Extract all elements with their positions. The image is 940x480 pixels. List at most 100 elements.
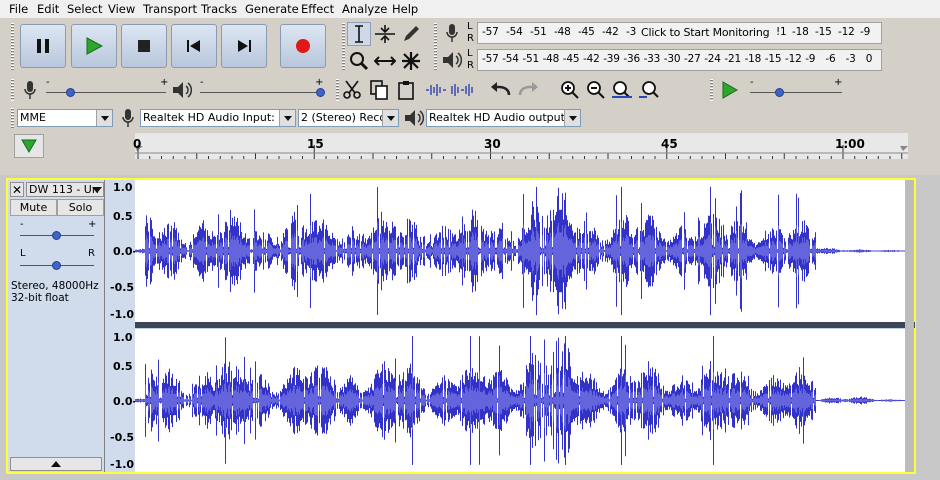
solo-button[interactable]: Solo	[57, 199, 104, 216]
play-meter-channel-r: R	[467, 60, 474, 71]
draw-tool-button[interactable]	[399, 22, 423, 46]
record-meter-tick: -15	[815, 26, 832, 38]
menu-transport[interactable]: Transport	[143, 2, 197, 16]
selection-tool-icon	[355, 25, 363, 43]
ruler-label: 45	[661, 137, 678, 151]
menu-generate[interactable]: Generate	[245, 2, 299, 16]
play-meter-tick: -27	[684, 53, 701, 65]
pan-slider[interactable]	[52, 261, 61, 270]
recording-device-select[interactable]: Realtek HD Audio Input: CD	[140, 109, 296, 127]
gain-slider[interactable]	[52, 231, 61, 240]
recording-channels-select[interactable]: 2 (Stereo) Recor	[298, 109, 399, 127]
record-icon	[296, 39, 310, 53]
playback-volume-track	[200, 92, 322, 93]
record-meter-button[interactable]	[440, 21, 464, 45]
waveform-right-channel[interactable]	[135, 329, 905, 472]
record-meter-channel-l: L	[467, 21, 473, 32]
meter-toolbar: L R -57 -54 -51 -48 -45 -42 -3 Click to …	[434, 19, 882, 75]
record-meter-tick: -3	[626, 26, 636, 38]
fit-selection-button[interactable]	[610, 78, 634, 102]
menu-edit[interactable]: Edit	[37, 2, 59, 16]
skip-to-start-button[interactable]	[171, 24, 217, 68]
zoom-in-button[interactable]	[558, 78, 582, 102]
toolbar-grip[interactable]	[11, 108, 14, 128]
menu-analyze[interactable]: Analyze	[342, 2, 387, 16]
cut-button[interactable]	[340, 78, 364, 102]
silence-audio-button[interactable]	[450, 78, 474, 102]
redo-icon	[518, 82, 538, 96]
recording-device-icon-wrap	[116, 106, 140, 130]
redo-button[interactable]	[516, 78, 540, 102]
timeshift-tool-button[interactable]	[373, 49, 397, 73]
stop-button[interactable]	[121, 24, 167, 68]
track-name: DW 113 - Un	[29, 183, 99, 196]
toolbar-grip[interactable]	[11, 79, 14, 101]
play-meter[interactable]: -57 -54 -51 -48 -45 -42 -39 -36 -33 -30 -27 -24 -21-…	[477, 49, 882, 71]
copy-button[interactable]	[367, 78, 391, 102]
waveform-left	[135, 186, 905, 316]
envelope-tool-button[interactable]	[373, 22, 397, 46]
envelope-tool-icon	[375, 25, 395, 43]
chevron-down-icon	[92, 187, 102, 193]
close-track-button[interactable]: ✕	[10, 182, 24, 197]
zoom-tool-button[interactable]	[347, 49, 371, 73]
playback-device-value: Realtek HD Audio output	[429, 111, 565, 124]
toolbar-grip[interactable]	[434, 23, 437, 71]
click-to-start-monitoring[interactable]: Click to Start Monitoring	[641, 26, 770, 39]
audio-host-select[interactable]: MME	[17, 109, 113, 127]
toolbar-grip[interactable]	[342, 23, 345, 71]
pinned-play-head-button[interactable]	[14, 134, 44, 158]
play-meter-tick: -18	[744, 53, 762, 65]
toolbar-grip[interactable]	[710, 79, 713, 101]
menu-effect[interactable]: Effect	[301, 2, 334, 16]
playback-speed-track	[750, 92, 842, 93]
play-button[interactable]	[71, 24, 117, 68]
playback-device-icon-wrap	[402, 106, 426, 130]
scale-label: 1.0	[113, 331, 133, 344]
zoom-tool-icon	[350, 52, 369, 71]
fit-project-button[interactable]	[637, 78, 661, 102]
recording-volume-slider[interactable]	[66, 88, 75, 97]
timeline-ruler[interactable]: 0 15 30 45 1:00	[133, 133, 908, 159]
record-button[interactable]	[280, 24, 326, 68]
vertical-scrollbar[interactable]	[905, 180, 914, 472]
track-menu-button[interactable]: DW 113 - Un	[26, 182, 104, 197]
play-meter-button[interactable]	[440, 48, 464, 72]
play-at-speed-toolbar: - +	[706, 76, 866, 104]
pause-button[interactable]	[20, 24, 66, 68]
multi-tool-icon	[402, 52, 420, 70]
trim-audio-button[interactable]	[424, 78, 448, 102]
play-meter-channel-l: L	[467, 48, 473, 59]
mute-button[interactable]: Mute	[10, 199, 57, 216]
collapse-track-button[interactable]	[10, 457, 102, 471]
record-meter-tick: -42	[602, 26, 619, 38]
scale-label: 1.0	[113, 181, 133, 194]
tools-toolbar	[342, 19, 434, 75]
record-meter-tick: -57	[482, 26, 499, 38]
toolbar-grip[interactable]	[336, 79, 339, 101]
pan-right-label: R	[88, 248, 95, 259]
paste-button[interactable]	[394, 78, 418, 102]
play-at-speed-button[interactable]	[718, 78, 742, 102]
menu-select[interactable]: Select	[67, 2, 102, 16]
chevron-down-icon	[564, 110, 580, 126]
multi-tool-button[interactable]	[399, 49, 423, 73]
undo-button[interactable]	[489, 78, 513, 102]
skip-to-end-button[interactable]	[221, 24, 267, 68]
record-meter[interactable]: -57 -54 -51 -48 -45 -42 -3 Click to Star…	[477, 22, 882, 44]
zoom-out-button[interactable]	[584, 78, 608, 102]
playback-device-select[interactable]: Realtek HD Audio output	[426, 109, 581, 127]
selection-tool-button[interactable]	[347, 22, 371, 46]
channel-separator[interactable]	[135, 322, 915, 328]
edit-toolbar	[336, 76, 706, 104]
track-bit-depth: 32-bit float	[11, 292, 69, 304]
playback-volume-slider[interactable]	[316, 88, 325, 97]
menu-help[interactable]: Help	[392, 2, 418, 16]
playback-speed-slider[interactable]	[775, 88, 784, 97]
menu-file[interactable]: File	[9, 2, 28, 16]
waveform-left-channel[interactable]	[135, 180, 905, 322]
toolbar-grip[interactable]	[11, 23, 14, 71]
recording-device-value: Realtek HD Audio Input: CD	[143, 111, 295, 124]
menu-tracks[interactable]: Tracks	[201, 2, 237, 16]
menu-view[interactable]: View	[108, 2, 135, 16]
